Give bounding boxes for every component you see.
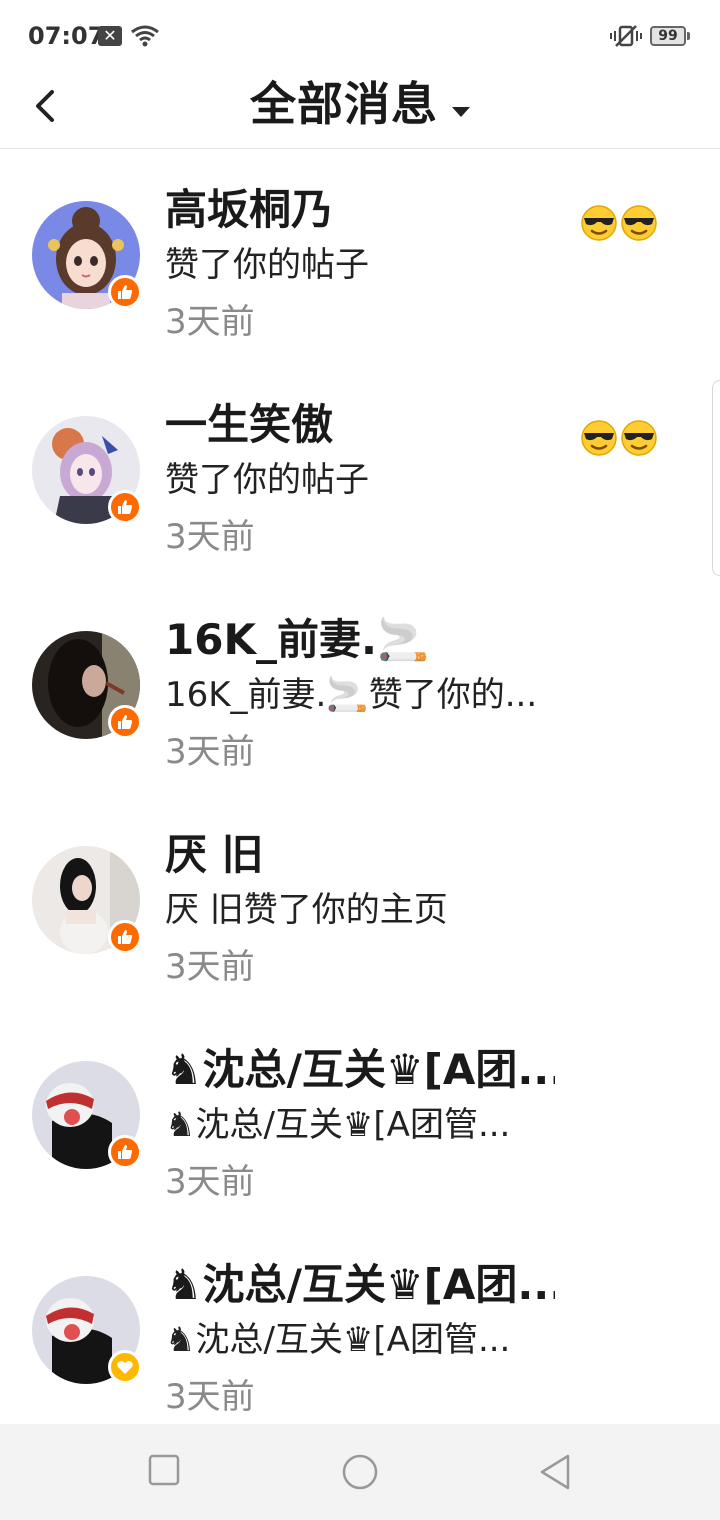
message-action: 赞了你的帖子 (165, 460, 369, 500)
sender-name: ♞沈总/互关♛[A团... (165, 1045, 555, 1094)
avatar[interactable] (32, 416, 142, 524)
message-action: ♞沈总/互关♛[A团管... (165, 1105, 511, 1145)
like-badge (108, 490, 142, 524)
sender-name: 厌 旧 (165, 830, 264, 879)
message-item[interactable]: 厌 旧 厌 旧赞了你的主页 3天前 (0, 794, 720, 1009)
like-badge (108, 920, 142, 954)
thumbs-up-icon (118, 1145, 133, 1159)
sender-name: 一生笑傲 (165, 400, 334, 449)
message-time: 3天前 (165, 1377, 255, 1417)
emoji-group (580, 419, 658, 457)
avatar[interactable] (32, 846, 142, 954)
cool-face-emoji-icon (581, 420, 617, 456)
recent-apps-square-icon[interactable] (146, 1452, 182, 1488)
sender-name: 高坂桐乃 (165, 185, 334, 234)
message-time: 3天前 (165, 732, 255, 772)
notification-x-icon: ✕ (98, 26, 122, 46)
message-item[interactable]: 16K_前妻.🚬 16K_前妻.🚬赞了你的... 3天前 (0, 579, 720, 794)
battery-indicator: 99 (650, 26, 690, 46)
vibrate-mute-icon (610, 25, 642, 47)
message-time: 3天前 (165, 1162, 255, 1202)
emoji-group (580, 204, 658, 242)
cool-face-emoji-icon (621, 205, 657, 241)
thumbs-up-icon (118, 500, 133, 514)
home-circle-icon[interactable] (340, 1452, 380, 1492)
avatar[interactable] (32, 1061, 142, 1169)
back-triangle-icon[interactable] (536, 1452, 576, 1492)
avatar[interactable] (32, 631, 142, 739)
top-app-bar: 全部消息 (0, 72, 720, 149)
edge-panel-handle[interactable] (712, 380, 720, 576)
sender-name: 16K_前妻.🚬 (165, 615, 430, 664)
like-badge (108, 705, 142, 739)
like-badge (108, 1135, 142, 1169)
title-dropdown[interactable]: 全部消息 (0, 72, 720, 136)
message-item[interactable]: 一生笑傲 赞了你的帖子 3天前 (0, 364, 720, 579)
thumbs-up-icon (118, 715, 133, 729)
wifi-icon (131, 25, 159, 47)
avatar[interactable] (32, 201, 142, 309)
thumbs-up-icon (118, 285, 133, 299)
like-badge (108, 275, 142, 309)
message-item[interactable]: ♞沈总/互关♛[A团... ♞沈总/互关♛[A团管... 3天前 (0, 1009, 720, 1224)
cool-face-emoji-icon (621, 420, 657, 456)
system-navigation-bar (0, 1424, 720, 1520)
message-action: 厌 旧赞了你的主页 (165, 890, 448, 930)
caret-down-icon (452, 106, 470, 117)
heart-badge (108, 1350, 142, 1384)
status-time: 07:07 (28, 22, 105, 50)
thumbs-up-icon (118, 930, 133, 944)
message-action: 16K_前妻.🚬赞了你的... (165, 675, 538, 715)
heart-icon (117, 1360, 133, 1374)
sender-name: ♞沈总/互关♛[A团... (165, 1260, 555, 1309)
message-item[interactable]: ♞沈总/互关♛[A团... ♞沈总/互关♛[A团管... 3天前 (0, 1224, 720, 1439)
message-action: ♞沈总/互关♛[A团管... (165, 1320, 511, 1360)
message-time: 3天前 (165, 947, 255, 987)
cool-face-emoji-icon (581, 205, 617, 241)
message-time: 3天前 (165, 517, 255, 557)
message-action: 赞了你的帖子 (165, 245, 369, 285)
status-bar: 07:07 ✕ 99 (0, 0, 720, 72)
page-title: 全部消息 (250, 77, 438, 131)
avatar[interactable] (32, 1276, 142, 1384)
message-time: 3天前 (165, 302, 255, 342)
message-item[interactable]: 高坂桐乃 赞了你的帖子 3天前 (0, 149, 720, 364)
